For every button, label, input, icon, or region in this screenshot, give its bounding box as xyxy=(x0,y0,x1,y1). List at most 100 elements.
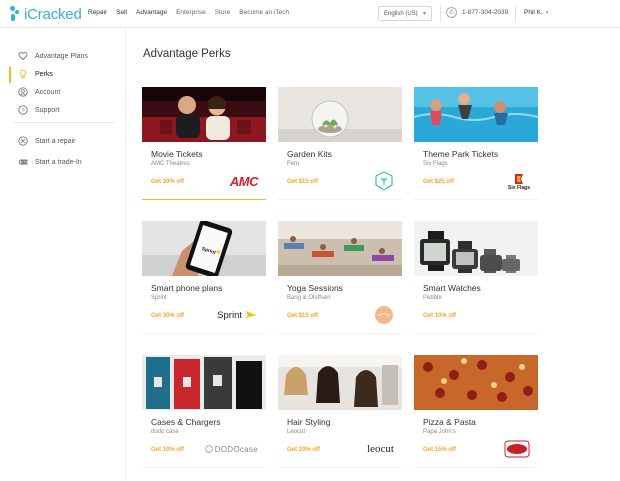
perk-offer: Get $15 off xyxy=(287,179,319,185)
card-underline xyxy=(278,199,402,200)
language-value: English (US) xyxy=(384,10,418,17)
perk-card-pizza-pasta[interactable]: Pizza & Pasta Papa John's Get 15% off xyxy=(414,355,538,468)
sidebar-item-label: Perks xyxy=(35,70,53,78)
icracked-logo[interactable]: iCracked xyxy=(9,5,82,23)
fern-logo xyxy=(374,171,394,191)
perk-title: Movie Tickets xyxy=(151,149,203,159)
perk-title: Yoga Sessions xyxy=(287,283,343,293)
nav-store[interactable]: Store xyxy=(215,9,231,16)
language-select[interactable]: English (US) ▾ xyxy=(378,6,432,21)
sidebar-item-label: Advantage Plans xyxy=(35,52,88,60)
sidebar-item-account[interactable]: Account xyxy=(18,87,60,97)
perk-offer: Get 10% off xyxy=(423,313,457,319)
perk-image xyxy=(278,355,402,410)
dodocase-logo: DODOcase xyxy=(204,439,258,459)
six-flags-logo: Six Flags xyxy=(508,171,530,191)
perk-image xyxy=(142,87,266,142)
lightbulb-icon xyxy=(18,69,28,79)
perk-provider: Papa John's xyxy=(423,429,456,435)
card-underline xyxy=(278,333,402,334)
perk-card-yoga-sessions[interactable]: Yoga Sessions Bang & Oluffsen Get $15 of… xyxy=(278,221,402,334)
perk-offer: Get 10% off xyxy=(151,447,185,453)
sprint-logo: Sprint xyxy=(217,305,258,325)
main-nav: Repair Sell Advantage Enterprise Store B… xyxy=(88,9,298,16)
nav-enterprise[interactable]: Enterprise xyxy=(176,9,206,16)
nav-sell[interactable]: Sell xyxy=(116,9,127,16)
yoga-studio-logo xyxy=(374,305,394,325)
sidebar-item-label: Account xyxy=(35,88,61,96)
perk-provider: Pebble xyxy=(423,295,442,301)
perk-provider: Fern xyxy=(287,161,300,167)
sidebar-item-perks[interactable]: Perks xyxy=(18,69,53,79)
top-header: iCracked Repair Sell Advantage Enterpris… xyxy=(0,0,620,28)
sidebar-item-support[interactable]: ? Support xyxy=(18,105,60,115)
card-underline xyxy=(414,467,538,468)
perk-image xyxy=(414,221,538,276)
perk-image xyxy=(278,87,402,142)
perk-card-smart-watches[interactable]: Smart Watches Pebble Get 10% off xyxy=(414,221,538,334)
start-trade-in-link[interactable]: Start a trade-In xyxy=(18,157,82,167)
perk-provider: Leocut xyxy=(287,429,306,435)
perk-image xyxy=(278,221,402,276)
perk-offer: Get 30% off xyxy=(151,179,185,185)
start-trade-in-label: Start a trade-In xyxy=(35,158,82,166)
logo-icon xyxy=(9,6,23,22)
phone-number[interactable]: 1-877-304-2039 xyxy=(462,9,508,16)
perk-image xyxy=(414,355,538,410)
start-repair-link[interactable]: Start a repair xyxy=(18,136,75,146)
perk-image xyxy=(142,355,266,410)
perk-card-smart-phone-plans[interactable]: Sprint Smart phone plans Sprint Get 30% … xyxy=(142,221,266,334)
sidebar: Advantage Plans Perks Account ? Support … xyxy=(0,29,126,481)
card-underline xyxy=(278,467,402,468)
perk-offer: Get 20% off xyxy=(287,447,321,453)
perk-title: Smart Watches xyxy=(423,283,481,293)
perk-card-garden-kits[interactable]: Garden Kits Fern Get $15 off xyxy=(278,87,402,200)
perk-title: Theme Park Tickets xyxy=(423,149,499,159)
perk-card-movie-tickets[interactable]: Movie Tickets AMC Theatres Get 30% off A… xyxy=(142,87,266,200)
trade-icon xyxy=(18,157,28,167)
heart-icon xyxy=(18,51,28,61)
perk-title: Smart phone plans xyxy=(151,283,223,293)
perk-offer: Get 30% off xyxy=(151,313,185,319)
logo-text: iCracked xyxy=(24,5,82,23)
sidebar-item-advantage-plans[interactable]: Advantage Plans xyxy=(18,51,88,61)
user-name: Phil K. xyxy=(524,9,543,16)
perk-title: Garden Kits xyxy=(287,149,332,159)
perk-card-cases-chargers[interactable]: Cases & Chargers dodo case Get 10% off D… xyxy=(142,355,266,468)
card-underline xyxy=(142,199,266,200)
nav-become-itech[interactable]: Become an iTech xyxy=(239,9,289,16)
chevron-down-icon: ▾ xyxy=(422,11,426,17)
header-divider xyxy=(515,5,516,22)
perk-offer: Get 15% off xyxy=(423,447,457,453)
perk-card-theme-park[interactable]: Theme Park Tickets Six Flags Get $25 off… xyxy=(414,87,538,200)
chevron-down-icon: ▾ xyxy=(545,10,549,16)
phone-icon: ✆ xyxy=(446,7,457,18)
amc-logo: AMC xyxy=(229,173,259,189)
card-underline xyxy=(414,199,538,200)
perk-provider: Six Flags xyxy=(423,161,448,167)
perk-offer: Get $15 off xyxy=(287,313,319,319)
leocut-logo: leocut xyxy=(367,443,394,455)
perk-offer: Get $25 off xyxy=(423,179,455,185)
perk-title: Hair Styling xyxy=(287,417,331,427)
sidebar-item-label: Support xyxy=(35,106,60,114)
perk-provider: AMC Theatres xyxy=(151,161,190,167)
nav-repair[interactable]: Repair xyxy=(88,9,107,16)
repair-icon xyxy=(18,136,28,146)
help-icon: ? xyxy=(18,105,28,115)
perk-title: Cases & Chargers xyxy=(151,417,221,427)
perk-image: Sprint xyxy=(142,221,266,276)
card-underline xyxy=(142,467,266,468)
papa-johns-logo xyxy=(504,439,530,459)
card-underline xyxy=(414,333,538,334)
user-menu[interactable]: Phil K. ▾ xyxy=(524,9,548,16)
start-repair-label: Start a repair xyxy=(35,137,76,145)
active-indicator xyxy=(9,67,11,83)
nav-advantage[interactable]: Advantage xyxy=(136,9,167,16)
user-icon xyxy=(18,87,28,97)
perk-image xyxy=(414,87,538,142)
sidebar-divider xyxy=(14,122,114,123)
perk-card-hair-styling[interactable]: Hair Styling Leocut Get 20% off leocut xyxy=(278,355,402,468)
perk-provider: Sprint xyxy=(151,295,167,301)
card-underline xyxy=(142,333,266,334)
